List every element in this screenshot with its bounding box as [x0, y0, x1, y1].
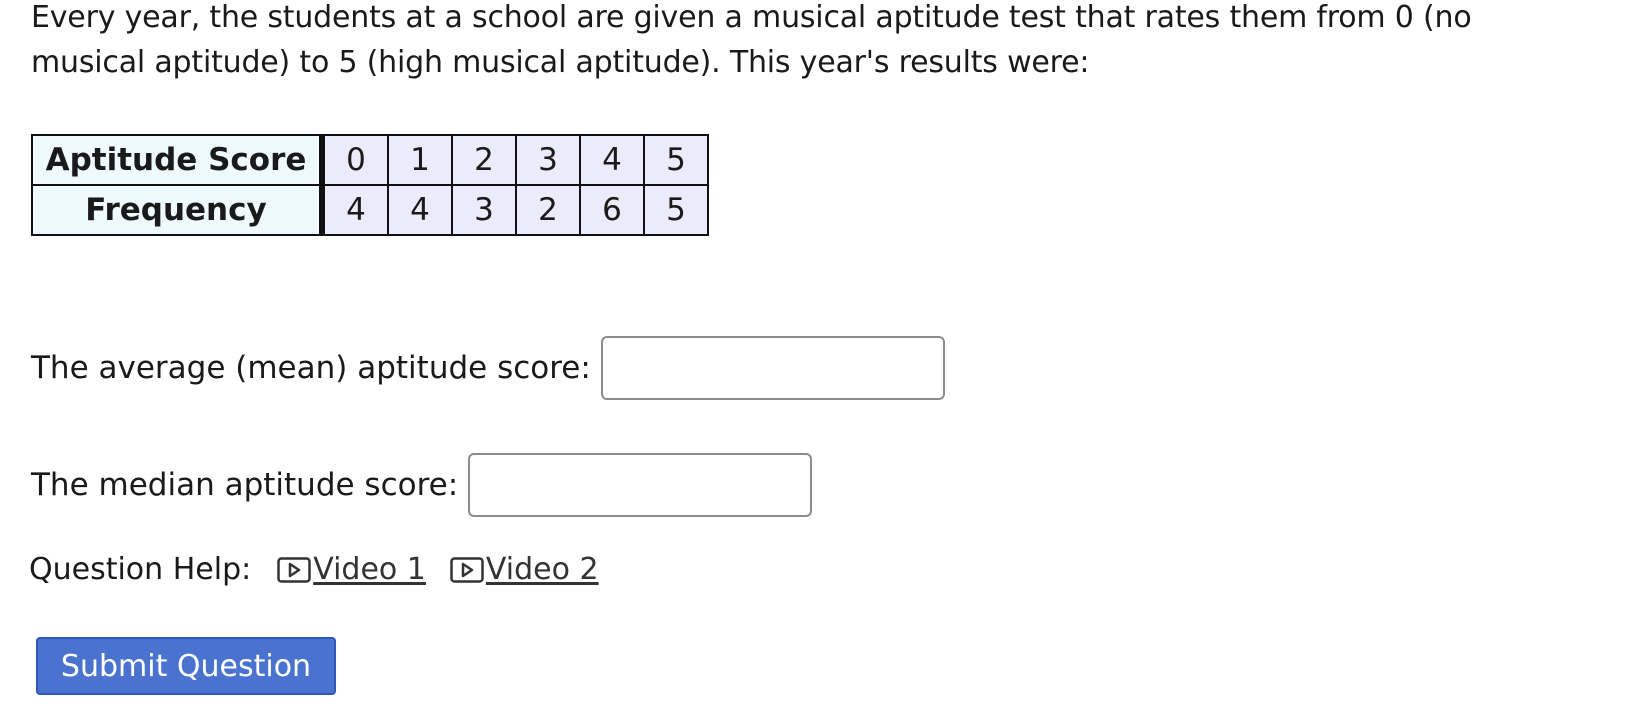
- play-icon: [277, 556, 311, 583]
- video-2-label: Video 2: [485, 552, 599, 587]
- video-1-link[interactable]: Video 1: [277, 552, 426, 587]
- table-row-scores: Aptitude Score 0 1 2 3 4 5: [31, 134, 709, 186]
- score-cell: 0: [321, 134, 389, 186]
- video-1-label: Video 1: [313, 552, 426, 587]
- video-2-link[interactable]: Video 2: [450, 552, 599, 587]
- question-text: Every year, the students at a school are…: [31, 0, 1472, 80]
- row-header-frequency: Frequency: [31, 184, 325, 236]
- median-answer-row: The median aptitude score:: [31, 453, 813, 517]
- frequency-cell: 4: [387, 184, 453, 236]
- frequency-cell: 4: [321, 184, 389, 236]
- score-cell: 5: [643, 134, 709, 186]
- score-cell: 4: [579, 134, 645, 186]
- mean-answer-row: The average (mean) aptitude score:: [31, 336, 945, 400]
- mean-label: The average (mean) aptitude score:: [31, 350, 591, 386]
- row-header-aptitude-score: Aptitude Score: [31, 134, 325, 186]
- score-cell: 1: [387, 134, 453, 186]
- score-cell: 2: [451, 134, 517, 186]
- frequency-cell: 2: [515, 184, 581, 236]
- score-cell: 3: [515, 134, 581, 186]
- table-row-frequencies: Frequency 4 4 3 2 6 5: [31, 184, 709, 236]
- question-help: Question Help: Video 1 Video 2: [29, 552, 623, 587]
- submit-question-button[interactable]: Submit Question: [36, 637, 336, 695]
- mean-input[interactable]: [600, 336, 945, 400]
- frequency-cell: 3: [451, 184, 517, 236]
- median-input[interactable]: [468, 453, 813, 517]
- frequency-table: Aptitude Score 0 1 2 3 4 5 Frequency 4 4…: [31, 134, 709, 236]
- play-icon: [450, 556, 484, 583]
- question-help-label: Question Help:: [29, 552, 252, 587]
- median-label: The median aptitude score:: [31, 467, 459, 503]
- frequency-cell: 5: [643, 184, 709, 236]
- frequency-cell: 6: [579, 184, 645, 236]
